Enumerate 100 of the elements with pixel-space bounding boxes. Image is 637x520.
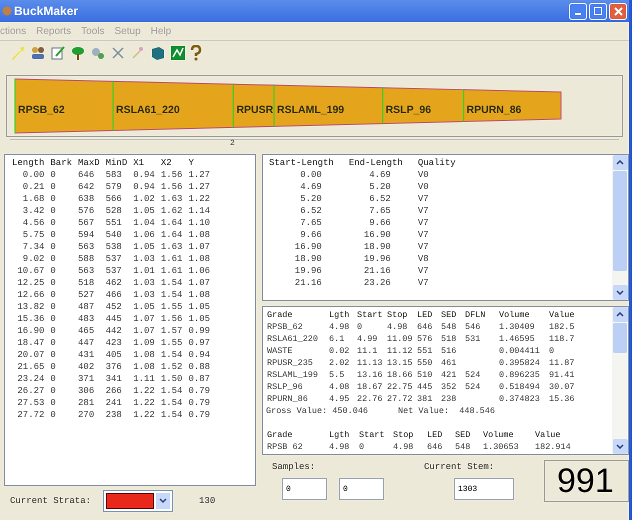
table-cell-text: 182.5	[548, 321, 576, 333]
table-cell-text: 1.22	[132, 385, 156, 397]
strata-dropdown[interactable]	[103, 490, 174, 512]
table-cell-text: 524	[464, 369, 482, 381]
table-cell-text: 1.14	[187, 205, 212, 217]
table-cell-text: 1.27	[187, 169, 212, 181]
table-cell-text: 1.08	[187, 229, 212, 241]
strata-value: 130	[199, 496, 216, 506]
table-cell-text: 1.08	[132, 361, 156, 373]
column-header: DFLN	[464, 309, 486, 321]
column-header: X2	[160, 157, 173, 169]
table-cell-text: V8	[416, 253, 430, 265]
column-header: Volume	[498, 309, 531, 321]
table-cell-text: 447	[77, 337, 96, 349]
table-cell-text: RPSB_62	[266, 321, 304, 333]
table-cell-text: 0.94	[132, 169, 156, 181]
table-cell-text: 20.07	[16, 349, 46, 361]
table-cell-text: 22.75	[386, 381, 414, 393]
table-cell-text: 638	[77, 193, 96, 205]
table-cell-text: 1.06	[132, 229, 156, 241]
table-cell-text: 1.30653	[482, 441, 520, 453]
column-header: SED	[454, 429, 472, 441]
table-cell-text: 22.76	[356, 393, 384, 405]
table-cell-text: 0.518494	[498, 381, 541, 393]
samples-field[interactable]: 0	[282, 478, 327, 500]
table-cell-text: 238	[440, 393, 458, 405]
table-cell-text: RPUSR_235	[266, 357, 314, 369]
table-cell-text: RSLP_96	[266, 381, 304, 393]
menu-item[interactable]: Help	[150, 26, 172, 36]
table-cell-text: 16.90	[294, 241, 323, 253]
table-cell-text: 1.05	[132, 241, 156, 253]
table-cell-text: 1.03	[132, 289, 156, 301]
menu-item[interactable]: ctions	[0, 26, 26, 36]
help-icon[interactable]	[190, 45, 202, 61]
table-cell-text: 1.05	[132, 301, 156, 313]
table-cell-text: 1.61	[160, 265, 184, 277]
edit-icon[interactable]	[50, 45, 66, 61]
table-cell-text: 0.79	[187, 385, 212, 397]
table-cell-text: 1.62	[160, 205, 184, 217]
scroll-thumb[interactable]	[613, 323, 627, 353]
table-cell-text: 7.34	[22, 241, 46, 253]
scroll-down-icon[interactable]	[616, 290, 624, 295]
close-icon[interactable]	[110, 45, 126, 61]
menu-item[interactable]: Reports	[36, 26, 72, 36]
current-stem-field[interactable]: 1303	[454, 478, 514, 500]
caret-icon[interactable]	[159, 498, 168, 504]
samples-field[interactable]: 0	[339, 478, 384, 500]
segment-label: RSLA61_220	[116, 104, 180, 116]
table-cell-text: 0	[49, 193, 57, 205]
table-cell-text: 4.69	[368, 169, 392, 181]
scroll-thumb[interactable]	[613, 171, 627, 271]
table-cell-text: 4.98	[328, 321, 350, 333]
scroll-up-icon[interactable]	[616, 160, 624, 165]
scroll-up-icon[interactable]	[616, 312, 624, 317]
table-cell-text: V7	[416, 205, 430, 217]
table-cell-text: 546	[464, 321, 482, 333]
table-cell-text: 583	[104, 169, 123, 181]
table-cell-text: 0	[49, 313, 57, 325]
maximize-button[interactable]	[589, 2, 607, 20]
table-cell-text: 510	[416, 369, 434, 381]
minimize-button[interactable]	[569, 2, 587, 20]
people-icon[interactable]	[30, 45, 46, 61]
column-header: Start	[356, 309, 384, 321]
table-cell-text: RSLA61_220	[266, 333, 320, 345]
table-cell-text: 452	[104, 301, 123, 313]
table-cell-text: 6.1	[328, 333, 346, 345]
table-cell-text: 0.97	[187, 337, 212, 349]
maximize-icon[interactable]	[594, 7, 602, 15]
table-cell-text: 4.56	[22, 217, 46, 229]
scroll-down-icon[interactable]	[616, 444, 624, 449]
table-cell-text: 11.87	[548, 357, 576, 369]
table-cell-text: 11.13	[356, 357, 384, 369]
table-cell-text: 1.22	[132, 397, 156, 409]
chart-icon[interactable]	[170, 45, 186, 61]
table-cell-text: 1.22	[132, 409, 156, 421]
table-cell-text: 21.65	[16, 361, 46, 373]
scrollbar[interactable]	[612, 155, 628, 300]
table-cell-text: 548	[440, 321, 458, 333]
table-cell-text: 538	[104, 241, 123, 253]
table-cell-text: 548	[454, 441, 472, 453]
table-cell-text: 1.03	[132, 277, 156, 289]
table-cell-text: 0	[49, 397, 57, 409]
dropdown-button[interactable]	[156, 493, 170, 509]
close-icon[interactable]	[614, 6, 622, 16]
scrollbar[interactable]	[612, 307, 628, 454]
table-cell-text: 241	[104, 397, 123, 409]
table-cell-text: 27.53	[16, 397, 46, 409]
tree-icon[interactable]	[70, 45, 86, 61]
table-cell-text: 462	[104, 277, 123, 289]
table-cell-text: 0	[49, 349, 57, 361]
menu-item[interactable]: Tools	[81, 26, 104, 36]
table-cell-text: 646	[416, 321, 434, 333]
table-cell-text: 1.63	[160, 241, 184, 253]
table-cell-text: 0.88	[187, 361, 212, 373]
table-cell-text: 1.02	[132, 193, 156, 205]
close-button[interactable]	[609, 2, 627, 20]
table-cell-text: 0.87	[187, 373, 212, 385]
menu-item[interactable]: Setup	[114, 26, 141, 36]
table-cell-text: 527	[77, 289, 96, 301]
table-cell-text: 0.02	[328, 345, 350, 357]
